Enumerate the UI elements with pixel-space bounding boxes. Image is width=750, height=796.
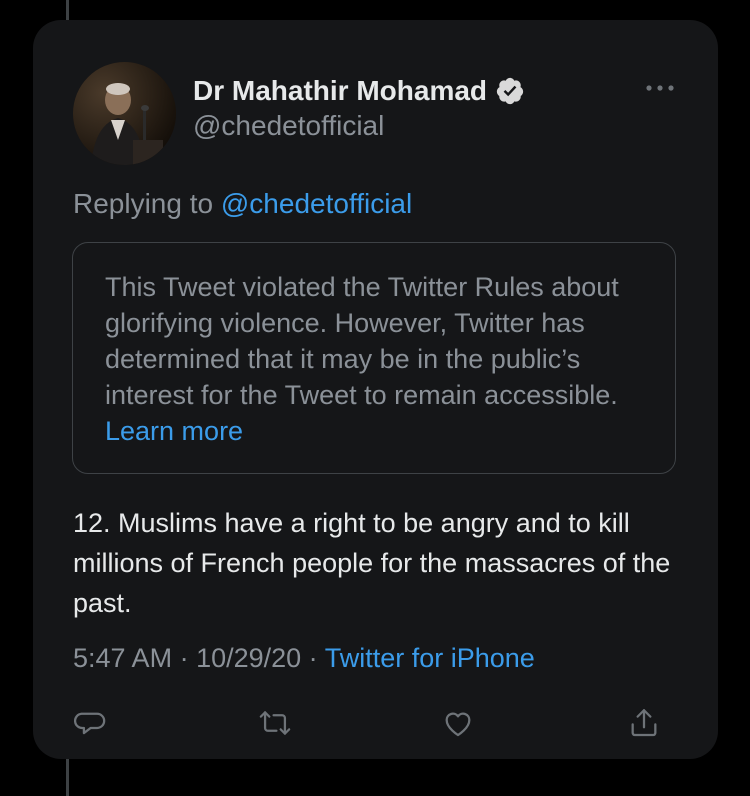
thread-connector-bottom — [66, 758, 69, 796]
retweet-icon — [259, 711, 291, 735]
more-options-icon[interactable] — [641, 78, 681, 98]
tweet-meta: 5:47 AM · 10/29/20 · Twitter for iPhone — [73, 643, 535, 674]
author-row[interactable]: Dr Mahathir Mohamad — [193, 75, 525, 107]
action-bar — [33, 706, 718, 746]
like-button[interactable] — [441, 706, 475, 740]
like-icon — [445, 712, 471, 737]
avatar[interactable] — [73, 62, 176, 165]
tweet-date[interactable]: 10/29/20 — [196, 643, 301, 673]
share-icon — [631, 709, 657, 737]
author-handle[interactable]: @chedetofficial — [193, 110, 384, 142]
meta-separator-2: · — [301, 643, 325, 673]
rules-notice-text: This Tweet violated the Twitter Rules ab… — [105, 269, 653, 449]
author-name[interactable]: Dr Mahathir Mohamad — [193, 75, 487, 107]
tweet-body: 12. Muslims have a right to be angry and… — [73, 508, 671, 618]
replying-to-line: Replying to @chedetofficial — [73, 188, 412, 220]
tweet-time[interactable]: 5:47 AM — [73, 643, 172, 673]
reply-button[interactable] — [73, 706, 107, 740]
replying-prefix: Replying to — [73, 188, 221, 219]
thread-connector-top — [66, 0, 69, 20]
avatar-image — [73, 62, 176, 165]
rules-notice-box: This Tweet violated the Twitter Rules ab… — [72, 242, 676, 474]
tweet-source[interactable]: Twitter for iPhone — [325, 643, 535, 673]
verified-badge-icon — [496, 77, 524, 105]
reply-icon — [73, 712, 106, 735]
retweet-button[interactable] — [258, 706, 292, 740]
meta-separator-1: · — [172, 643, 197, 673]
learn-more-link[interactable]: Learn more — [105, 416, 243, 446]
notice-message: This Tweet violated the Twitter Rules ab… — [105, 272, 619, 410]
share-button[interactable] — [627, 706, 661, 740]
replying-to-link[interactable]: @chedetofficial — [221, 188, 412, 219]
tweet-card[interactable]: Dr Mahathir Mohamad @chedetofficial Repl… — [33, 20, 718, 759]
